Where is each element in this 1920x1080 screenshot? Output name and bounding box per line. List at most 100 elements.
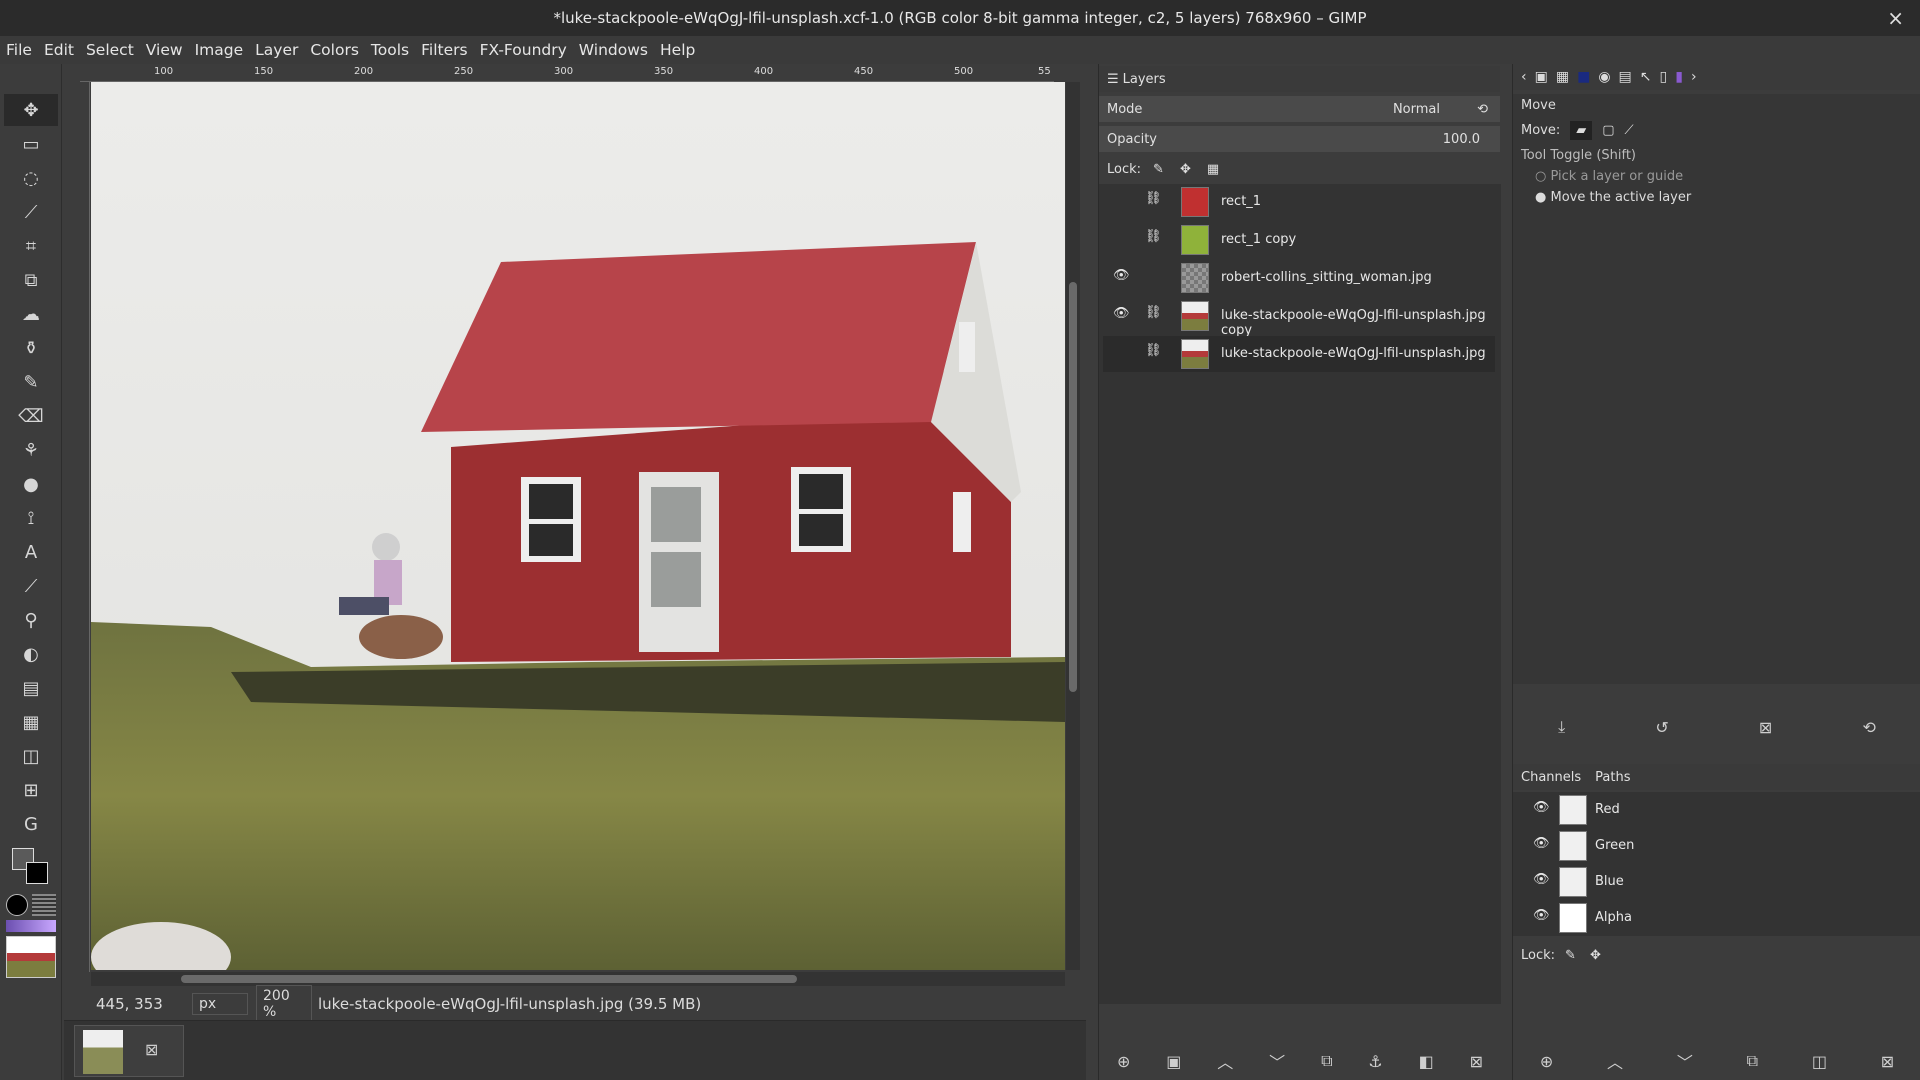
- lower-channel-icon[interactable]: ﹀: [1677, 1049, 1693, 1073]
- layer-row[interactable]: 👁 ⛓ luke-stackpoole-eWqOgJ-lfil-unsplash…: [1103, 298, 1495, 338]
- tab-arrow-right-icon[interactable]: ›: [1691, 69, 1697, 85]
- lock-alpha-icon[interactable]: ▦: [1207, 162, 1219, 177]
- option-pick-layer[interactable]: ○ Pick a layer or guide: [1535, 169, 1912, 184]
- mode-reset-icon[interactable]: ⟲: [1477, 102, 1488, 117]
- channel-to-selection-icon[interactable]: ◫: [1812, 1052, 1827, 1071]
- zoom-select[interactable]: 200 %: [256, 985, 312, 1023]
- eye-icon[interactable]: 👁: [1113, 306, 1133, 321]
- close-icon[interactable]: ×: [1887, 6, 1904, 30]
- layer-row[interactable]: ⛓ luke-stackpoole-eWqOgJ-lfil-unsplash.j…: [1103, 336, 1495, 372]
- fuzzy-select-icon[interactable]: ⟋: [4, 196, 58, 228]
- crop-icon[interactable]: ⌗: [4, 230, 58, 262]
- move-layer-icon[interactable]: ▰: [1570, 121, 1593, 140]
- clone-icon[interactable]: ⚘: [4, 434, 58, 466]
- duplicate-channel-icon[interactable]: ⧉: [1747, 1051, 1758, 1071]
- delete-channel-icon[interactable]: ⊠: [1881, 1052, 1894, 1071]
- eye-icon[interactable]: 👁: [1533, 872, 1550, 887]
- tab-pointer-icon[interactable]: ↖: [1640, 69, 1652, 85]
- vertical-scrollbar[interactable]: [1066, 82, 1080, 970]
- gmic-icon[interactable]: G: [4, 808, 58, 840]
- mask-layer-icon[interactable]: ◧: [1419, 1052, 1434, 1071]
- eraser-icon[interactable]: ⌫: [4, 400, 58, 432]
- bg-color-swatch[interactable]: [26, 862, 48, 884]
- tab-layers[interactable]: ☰ Layers: [1099, 66, 1500, 92]
- smudge-icon[interactable]: ●: [4, 468, 58, 500]
- opacity-row[interactable]: Opacity 100.0: [1099, 126, 1500, 152]
- menu-layer[interactable]: Layer: [255, 41, 298, 59]
- menu-select[interactable]: Select: [86, 41, 134, 59]
- menu-help[interactable]: Help: [660, 41, 695, 59]
- zoom-icon[interactable]: ⚲: [4, 604, 58, 636]
- layer-row[interactable]: 👁 robert-collins_sitting_woman.jpg: [1103, 260, 1495, 296]
- raise-layer-icon[interactable]: ︿: [1217, 1049, 1233, 1073]
- tab-pattern-icon[interactable]: ▤: [1619, 69, 1632, 85]
- layer-row[interactable]: ⛓ rect_1: [1103, 184, 1495, 220]
- warp-icon[interactable]: ☁: [4, 298, 58, 330]
- channel-row[interactable]: 👁 Green: [1517, 828, 1909, 864]
- unit-select[interactable]: px: [192, 993, 248, 1015]
- bucket-fill-icon[interactable]: ⚱: [4, 332, 58, 364]
- duplicate-layer-icon[interactable]: ⧉: [1321, 1051, 1332, 1071]
- menu-image[interactable]: Image: [195, 41, 244, 59]
- tab-document-icon[interactable]: ▯: [1660, 69, 1668, 85]
- save-options-icon[interactable]: ⤓: [1558, 717, 1565, 737]
- new-group-icon[interactable]: ▣: [1166, 1052, 1181, 1071]
- filter-icon-4[interactable]: ⊞: [4, 774, 58, 806]
- vertical-scroll-thumb[interactable]: [1069, 282, 1077, 692]
- lock-position-icon[interactable]: ✥: [1590, 948, 1601, 963]
- menu-colors[interactable]: Colors: [310, 41, 359, 59]
- delete-options-icon[interactable]: ⊠: [1759, 718, 1772, 737]
- lock-position-icon[interactable]: ✥: [1180, 162, 1191, 177]
- lower-layer-icon[interactable]: ﹀: [1269, 1049, 1285, 1073]
- filter-icon-2[interactable]: ▦: [4, 706, 58, 738]
- menu-edit[interactable]: Edit: [44, 41, 74, 59]
- move-tool-icon[interactable]: ✥: [4, 94, 58, 126]
- tab-channels[interactable]: Channels: [1521, 770, 1581, 785]
- image-preview-thumb[interactable]: [6, 936, 56, 978]
- tab-tool-options-icon[interactable]: ▣: [1535, 69, 1548, 85]
- lock-pixels-icon[interactable]: ✎: [1153, 162, 1164, 177]
- horizontal-scroll-thumb[interactable]: [181, 975, 797, 983]
- chain-icon[interactable]: ⛓: [1145, 305, 1162, 320]
- raise-channel-icon[interactable]: ︿: [1607, 1049, 1623, 1073]
- tab-fg-color-icon[interactable]: ■: [1577, 69, 1590, 85]
- eye-icon[interactable]: 👁: [1533, 800, 1550, 815]
- tab-palette-icon[interactable]: ◉: [1598, 69, 1610, 85]
- lock-pixels-icon[interactable]: ✎: [1565, 948, 1576, 963]
- filter-icon-1[interactable]: ▤: [4, 672, 58, 704]
- horizontal-scrollbar[interactable]: [91, 972, 1065, 986]
- gradient-preview[interactable]: [6, 920, 56, 932]
- channel-row[interactable]: 👁 Alpha: [1517, 900, 1909, 936]
- channel-row[interactable]: 👁 Blue: [1517, 864, 1909, 900]
- chain-icon[interactable]: ⛓: [1145, 229, 1162, 244]
- delete-layer-icon[interactable]: ⊠: [1470, 1052, 1483, 1071]
- move-path-icon[interactable]: ⟋: [1625, 123, 1634, 138]
- dodge-burn-icon[interactable]: ◐: [4, 638, 58, 670]
- filter-icon-3[interactable]: ◫: [4, 740, 58, 772]
- anchor-layer-icon[interactable]: ⚓: [1368, 1052, 1382, 1071]
- channel-row[interactable]: 👁 Red: [1517, 792, 1909, 828]
- brush-preview[interactable]: [6, 894, 28, 916]
- reset-options-icon[interactable]: ⟲: [1862, 718, 1875, 737]
- close-tab-icon[interactable]: ⊠: [145, 1040, 158, 1059]
- tab-paths[interactable]: Paths: [1595, 770, 1630, 785]
- image-tab[interactable]: ⊠: [74, 1025, 184, 1077]
- rect-select-icon[interactable]: ▭: [4, 128, 58, 160]
- opacity-value[interactable]: 100.0: [1443, 132, 1480, 147]
- path-icon[interactable]: ⟟: [4, 502, 58, 534]
- text-tool-icon[interactable]: A: [4, 536, 58, 568]
- eye-icon[interactable]: 👁: [1533, 836, 1550, 851]
- mode-row[interactable]: Mode Normal ⟲: [1099, 96, 1500, 122]
- mode-value[interactable]: Normal: [1393, 102, 1440, 117]
- pattern-preview[interactable]: [32, 894, 56, 916]
- tab-arrow-left-icon[interactable]: ‹: [1521, 69, 1527, 85]
- layer-row[interactable]: ⛓ rect_1 copy: [1103, 222, 1495, 258]
- eye-icon[interactable]: 👁: [1533, 908, 1550, 923]
- color-picker-icon[interactable]: ⟋: [4, 570, 58, 602]
- lasso-icon[interactable]: ◌: [4, 162, 58, 194]
- image-canvas[interactable]: [91, 82, 1065, 970]
- chain-icon[interactable]: ⛓: [1145, 191, 1162, 206]
- chain-icon[interactable]: ⛓: [1145, 343, 1162, 358]
- menu-fx-foundry[interactable]: FX-Foundry: [480, 41, 567, 59]
- menu-file[interactable]: File: [6, 41, 32, 59]
